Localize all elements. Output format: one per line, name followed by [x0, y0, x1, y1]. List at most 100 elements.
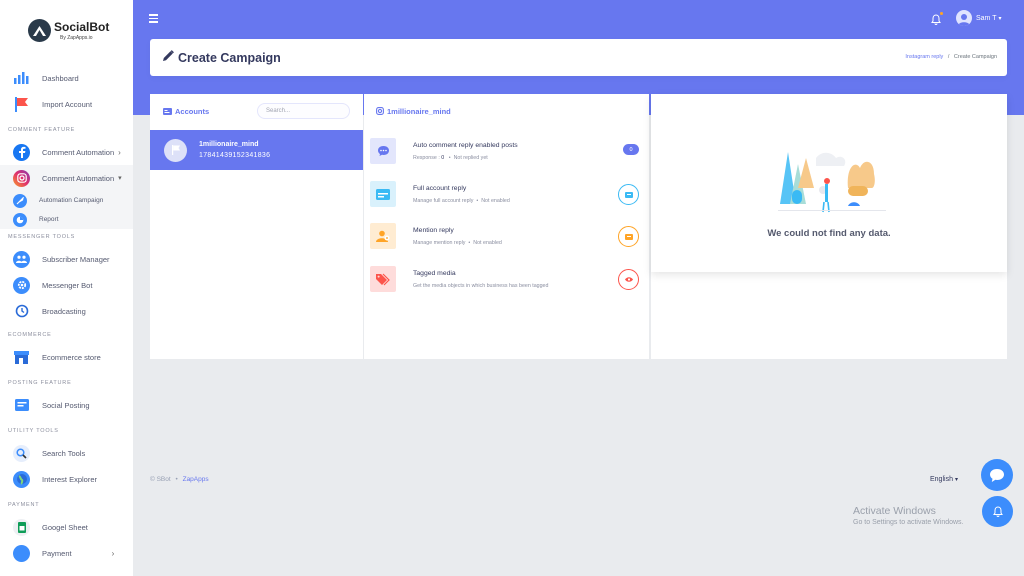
search-icon — [13, 444, 30, 462]
sidebar-item-subscriber-manager[interactable]: Subscriber Manager — [0, 246, 133, 272]
empty-card: We could not find any data. — [651, 94, 1007, 272]
no-data-illustration — [778, 152, 886, 213]
breadcrumb-link[interactable]: Instagram reply — [905, 54, 943, 60]
sidebar-item-label: Import Account — [42, 99, 93, 109]
option-full-account-reply[interactable]: Full account reply Manage full account r… — [370, 179, 644, 209]
chevron-right-icon: › — [111, 548, 115, 558]
account-avatar-flag-icon — [164, 138, 187, 162]
language-selector[interactable]: English ▾ — [930, 476, 958, 483]
sidebar-item-label: Dashboard — [42, 73, 79, 83]
sidebar-item-import-account[interactable]: Import Account — [0, 91, 133, 117]
pie-chart-icon — [13, 212, 27, 227]
sidebar-item-broadcasting[interactable]: Broadcasting — [0, 298, 133, 324]
sidebar-item-dashboard[interactable]: Dashboard — [0, 65, 133, 91]
notification-widget-button[interactable] — [982, 496, 1013, 527]
sidebar-item-google-sheet[interactable]: Googel Sheet — [0, 514, 133, 540]
account-name: 1millionaire_mind — [199, 141, 259, 148]
option-auto-comment-reply[interactable]: Auto comment reply enabled posts Respons… — [370, 136, 644, 166]
brand-name: SocialBot — [54, 19, 110, 34]
account-id: 17841439152341836 — [199, 152, 271, 159]
sidebar-item-messenger-bot[interactable]: Messenger Bot — [0, 272, 133, 298]
user-icon — [370, 223, 396, 249]
brand[interactable]: SocialBot By ZapApps.io — [0, 0, 133, 60]
instagram-icon — [13, 169, 30, 187]
count-badge: 0 — [623, 144, 639, 155]
menu-header-payment: PAYMENT — [8, 502, 40, 508]
menu-header-messenger: MESSENGER TOOLS — [8, 234, 76, 240]
option-title: Auto comment reply enabled posts — [413, 141, 518, 149]
sidebar-item-label: Subscriber Manager — [42, 254, 110, 264]
option-title: Full account reply — [413, 184, 467, 192]
inbox-icon[interactable] — [618, 226, 639, 247]
option-subtitle: Manage mention reply • Not enabled — [413, 239, 502, 246]
hamburger-menu-icon[interactable] — [149, 14, 158, 25]
sidebar-item-payment[interactable]: Payment › — [0, 540, 133, 566]
chevron-down-icon: ▾ — [118, 175, 122, 182]
empty-state-message: We could not find any data. — [767, 228, 891, 239]
bell-icon — [992, 506, 1003, 517]
menu-header-comment: COMMENT FEATURE — [8, 127, 76, 133]
section-header: Create Campaign Instagram reply / Create… — [150, 39, 1007, 76]
sheet-icon — [13, 518, 30, 536]
sidebar-item-ecommerce-store[interactable]: Ecommerce store — [0, 344, 133, 370]
submenu-item-automation-campaign[interactable]: Automation Campaign — [0, 191, 133, 210]
submenu-item-report[interactable]: Report — [0, 210, 133, 229]
post-icon — [13, 397, 30, 414]
option-subtitle: Response : 0 • Not replied yet — [413, 154, 488, 161]
sidebar-item-social-posting[interactable]: Social Posting — [0, 392, 133, 418]
account-list-item-selected[interactable]: 1millionaire_mind 17841439152341836 — [150, 130, 363, 170]
instagram-icon — [376, 107, 384, 115]
sidebar-item-label: Interest Explorer — [42, 474, 98, 484]
chat-bubble-icon — [990, 468, 1004, 482]
inbox-icon[interactable] — [618, 184, 639, 205]
brand-subtitle: By ZapApps.io — [60, 34, 93, 41]
option-tagged-media[interactable]: Tagged media Get the media objects in wh… — [370, 264, 644, 294]
breadcrumb-separator: / — [947, 54, 950, 60]
account-search-input[interactable]: Search... — [257, 103, 350, 119]
empty-panel: We could not find any data. — [651, 94, 1007, 359]
windows-activation-watermark: Activate Windows Go to Settings to activ… — [853, 505, 964, 526]
payment-icon — [13, 544, 30, 562]
user-name: Sam T — [976, 14, 997, 22]
history-icon — [13, 303, 30, 320]
rocket-icon — [13, 193, 27, 208]
footer-copyright: © SBot • ZapApps — [150, 476, 209, 483]
notification-dot — [940, 12, 943, 15]
sidebar-item-label: Messenger Bot — [42, 280, 93, 290]
sidebar-item-instagram-comment-automation[interactable]: Comment Automation ▾ — [0, 165, 133, 191]
sidebar-item-search-tools[interactable]: Search Tools — [0, 440, 133, 466]
eye-icon[interactable] — [618, 269, 639, 290]
chat-icon — [370, 138, 396, 164]
caret-down-icon: ▾ — [998, 15, 1002, 22]
options-panel: 1millionaire_mind Auto comment reply ena… — [364, 94, 649, 359]
footer-link[interactable]: ZapApps — [183, 476, 209, 483]
bell-icon[interactable] — [931, 12, 943, 25]
sidebar-item-label: Googel Sheet — [42, 522, 88, 532]
breadcrumb-current: Create Campaign — [953, 54, 997, 60]
sidebar: SocialBot By ZapApps.io Dashboard Import… — [0, 0, 133, 576]
sidebar-item-interest-explorer[interactable]: Interest Explorer — [0, 466, 133, 492]
accounts-label: Accounts — [163, 107, 209, 116]
option-mention-reply[interactable]: Mention reply Manage mention reply • Not e… — [370, 221, 644, 251]
option-subtitle: Manage full account reply • Not enabled — [413, 197, 510, 204]
facebook-icon — [13, 143, 30, 161]
watermark-subtitle: Go to Settings to activate Windows. — [853, 519, 964, 526]
sidebar-item-label: Broadcasting — [42, 306, 86, 316]
option-title: Mention reply — [413, 226, 454, 234]
sidebar-item-label: Social Posting — [42, 400, 90, 410]
globe-icon — [13, 470, 30, 488]
sidebar-item-label: Search Tools — [42, 448, 86, 458]
chevron-right-icon: › — [118, 147, 121, 157]
menu-header-utility: UTILITY TOOLS — [8, 428, 59, 434]
brand-logo-icon — [28, 18, 51, 42]
menu-header-posting: POSTING FEATURE — [8, 380, 72, 386]
sidebar-item-facebook-comment-automation[interactable]: Comment Automation › — [0, 139, 133, 165]
id-card-icon — [163, 107, 172, 115]
chat-widget-button[interactable] — [981, 459, 1013, 491]
store-icon — [13, 349, 30, 366]
option-title: Tagged media — [413, 269, 456, 277]
menu-header-ecommerce: ECOMMERCE — [8, 332, 52, 338]
tag-icon — [370, 266, 396, 292]
user-menu[interactable]: Sam T ▾ — [956, 10, 1002, 26]
sidebar-item-label: Ecommerce store — [42, 352, 101, 362]
